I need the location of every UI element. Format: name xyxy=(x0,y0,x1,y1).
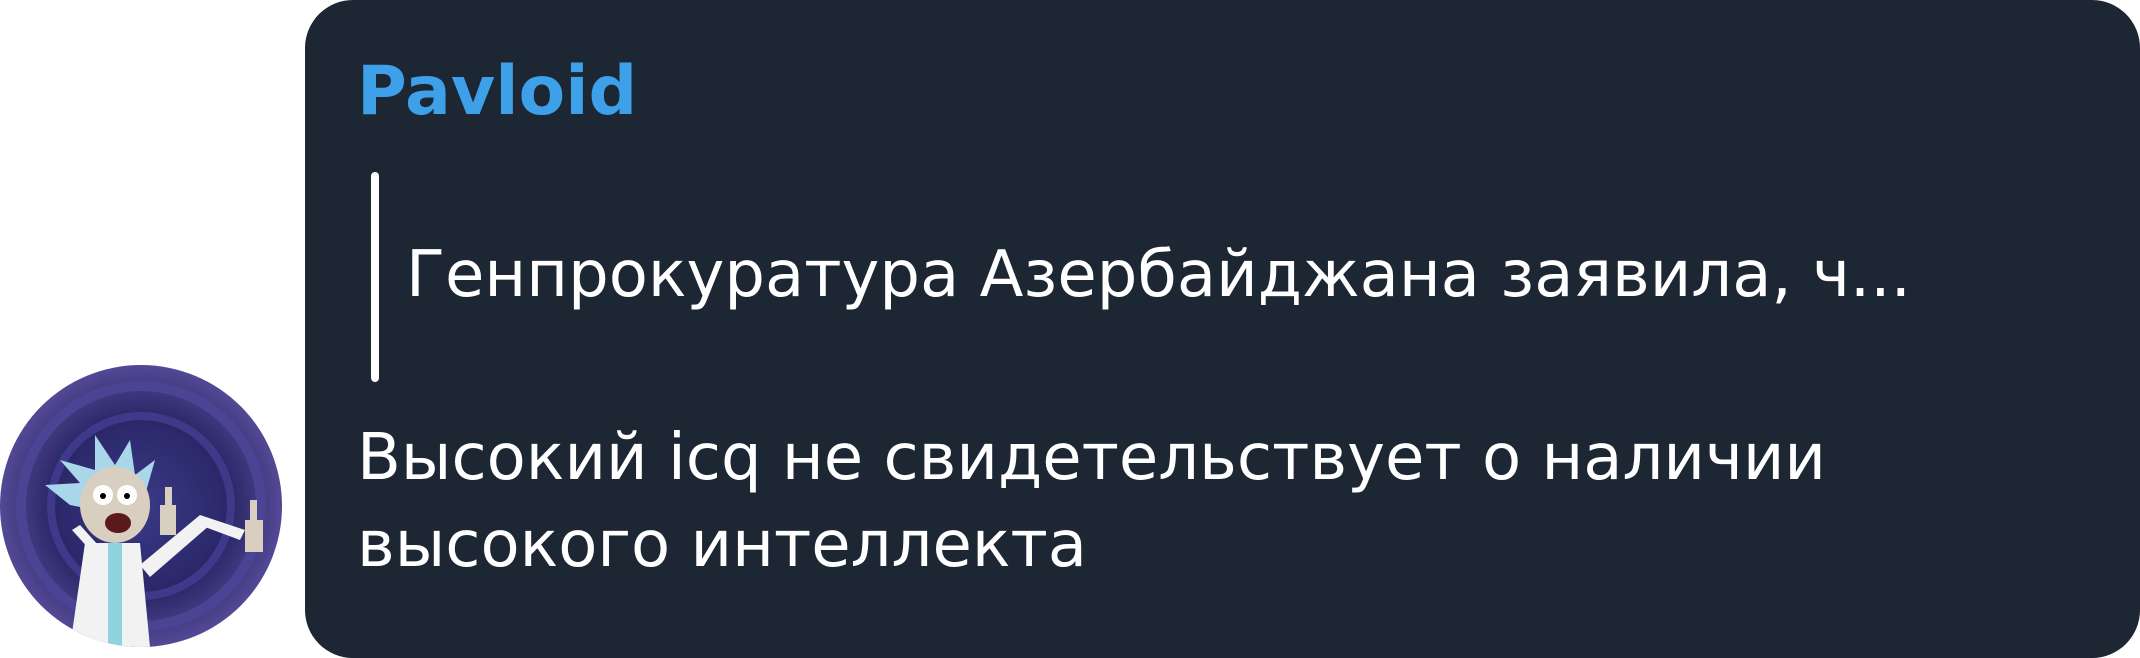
cartoon-scientist-avatar-icon xyxy=(16,381,266,647)
sender-name[interactable]: Pavloid xyxy=(357,58,637,126)
message-bubble[interactable]: Pavloid Генпрокуратура Азербайджана заяв… xyxy=(305,0,2140,658)
reply-quote-bar xyxy=(371,172,379,382)
reply-quote[interactable]: Генпрокуратура Азербайджана заявила, ч..… xyxy=(371,172,2111,382)
reply-quote-text: Генпрокуратура Азербайджана заявила, ч..… xyxy=(406,238,1911,312)
avatar[interactable] xyxy=(0,365,282,647)
message-text: Высокий icq не свидетельствует о наличии… xyxy=(357,421,1826,583)
